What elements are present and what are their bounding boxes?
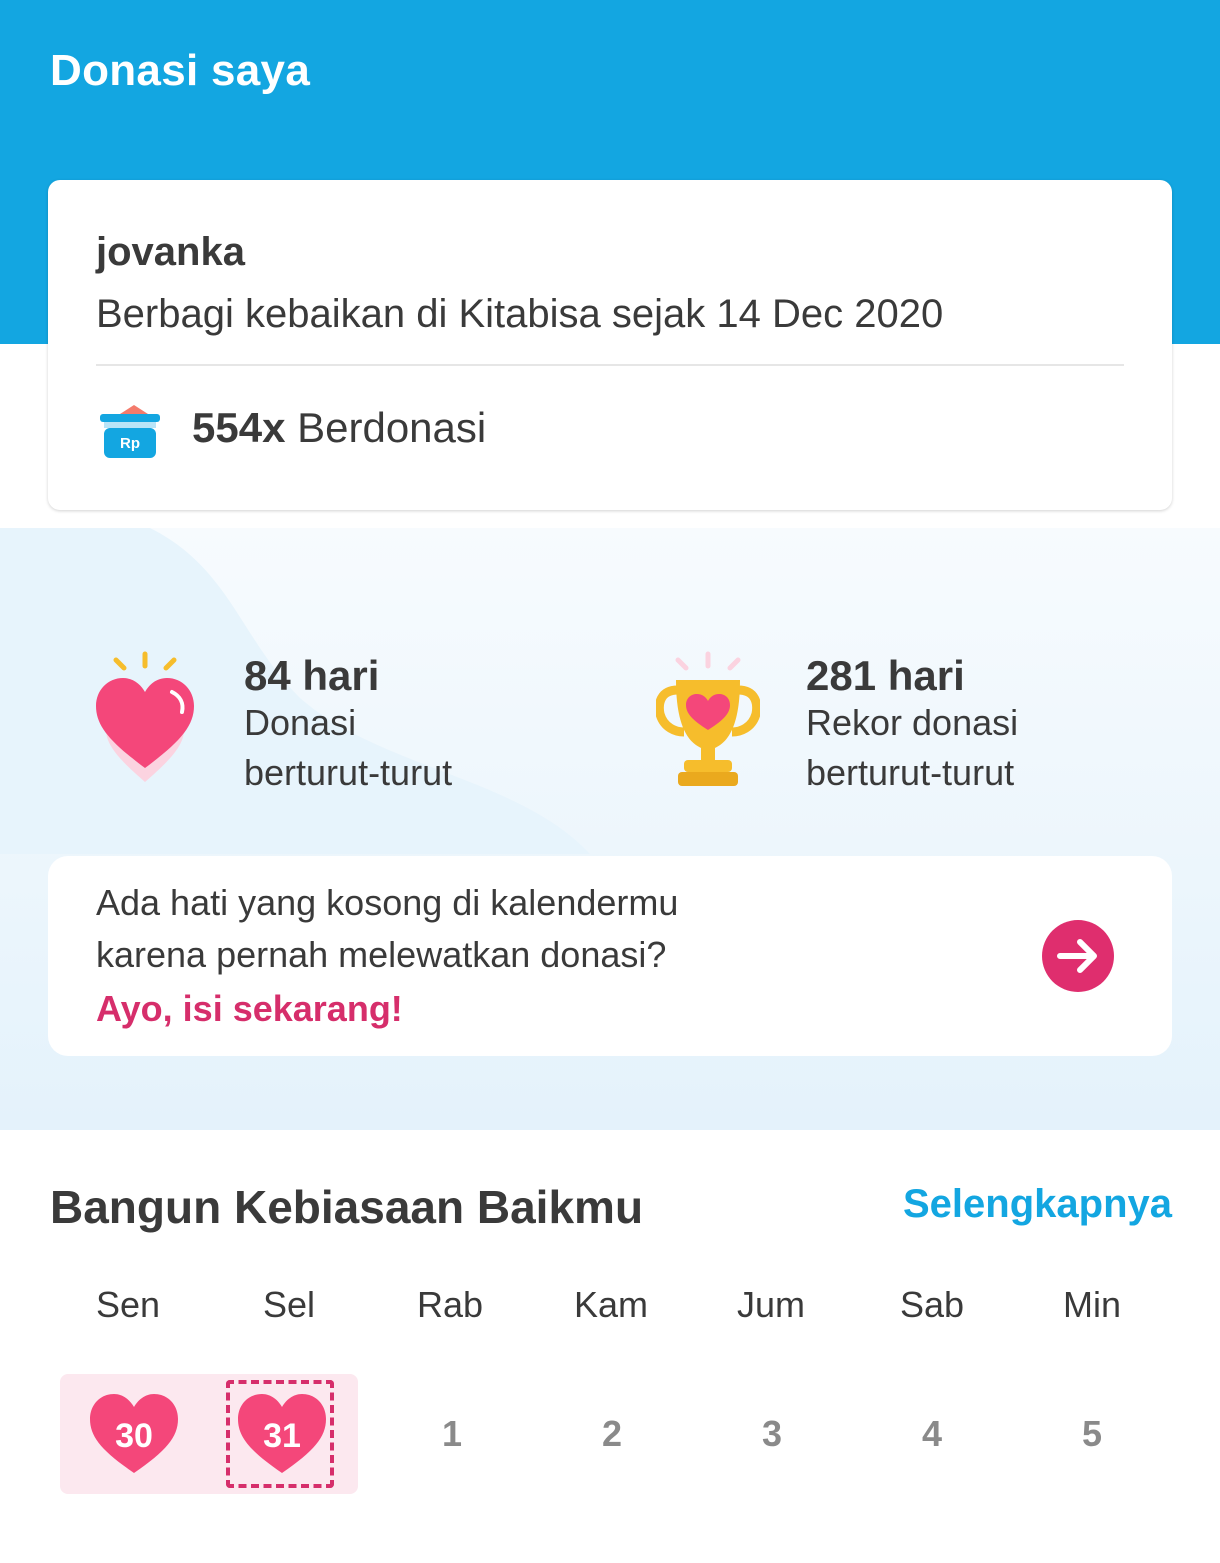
day-number: 4: [921, 1413, 943, 1454]
day-number: 30: [115, 1417, 153, 1455]
record-value: 281 hari: [806, 652, 965, 699]
calendar-day[interactable]: 1: [372, 1374, 532, 1494]
donation-count-value: 554x: [192, 404, 286, 451]
record-label-2: berturut-turut: [806, 752, 1015, 793]
streak-label-2: berturut-turut: [244, 752, 453, 793]
fill-now-link[interactable]: Ayo, isi sekarang!: [96, 988, 403, 1030]
streak-label: Donasi: [244, 702, 357, 743]
weekday-label: Kam: [573, 1284, 649, 1325]
page-title: Donasi saya: [50, 46, 311, 95]
cta-text-line2: karena pernah melewatkan donasi?: [96, 934, 667, 975]
arrow-right-button[interactable]: [1042, 920, 1114, 992]
day-number: 31: [263, 1417, 301, 1455]
calendar-day-donated[interactable]: 30: [58, 1374, 218, 1494]
streak-value: 84 hari: [244, 652, 380, 699]
calendar-day[interactable]: 3: [692, 1374, 852, 1494]
donation-count-label: Berdonasi: [297, 404, 487, 451]
member-since-text: Berbagi kebaikan di Kitabisa sejak 14 De…: [96, 292, 944, 336]
weekday-label: Min: [1062, 1284, 1121, 1325]
record-label: Rekor donasi: [806, 702, 1019, 743]
weekday-label: Sel: [262, 1284, 316, 1325]
profile-card: jovanka Berbagi kebaikan di Kitabisa sej…: [48, 180, 1172, 510]
calendar-day[interactable]: 2: [532, 1374, 692, 1494]
day-number: 3: [761, 1413, 783, 1454]
weekday-label: Jum: [736, 1284, 805, 1325]
habit-section-title: Bangun Kebiasaan Baikmu: [50, 1181, 644, 1233]
donation-count: 554x Berdonasi: [192, 404, 486, 452]
calendar-day[interactable]: 5: [1012, 1374, 1172, 1494]
weekday-label: Sab: [899, 1284, 965, 1325]
weekday-label: Sen: [95, 1284, 161, 1325]
arrow-right-icon: [1057, 939, 1097, 973]
divider: [96, 364, 1124, 366]
donation-box-icon: Rp: [100, 405, 160, 458]
fill-calendar-card[interactable]: Ada hati yang kosong di kalendermu karen…: [48, 856, 1172, 1056]
day-number: 5: [1081, 1413, 1103, 1454]
week-calendar-row: 30 31 1 2 3 4 5: [48, 1374, 1172, 1496]
weekday-header: Sen Sel Rab Kam Jum Sab Min: [48, 1284, 1172, 1330]
donation-box-label: Rp: [120, 435, 140, 452]
calendar-day-today[interactable]: 31: [208, 1374, 368, 1494]
username: jovanka: [96, 230, 245, 274]
day-number: 2: [601, 1413, 623, 1454]
day-number: 1: [441, 1413, 463, 1454]
calendar-day[interactable]: 4: [852, 1374, 1012, 1494]
weekday-label: Rab: [416, 1284, 484, 1325]
trophy-icon: [656, 651, 760, 786]
heart-icon: [96, 651, 194, 782]
cta-text-line1: Ada hati yang kosong di kalendermu: [96, 882, 679, 923]
see-more-link[interactable]: Selengkapnya: [903, 1182, 1172, 1227]
